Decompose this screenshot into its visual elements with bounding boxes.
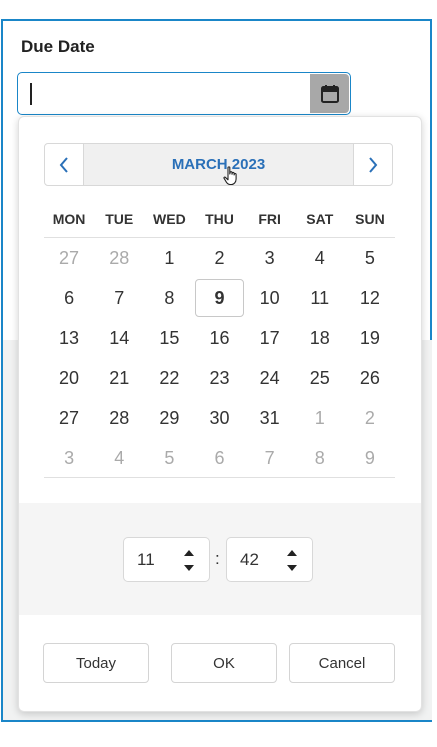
day-cell[interactable]: 16 bbox=[194, 318, 244, 358]
day-cell[interactable]: 14 bbox=[94, 318, 144, 358]
caret-up-icon bbox=[184, 550, 194, 556]
day-cell[interactable]: 2 bbox=[194, 238, 244, 278]
day-cell[interactable]: 21 bbox=[94, 358, 144, 398]
weekday-label: SUN bbox=[355, 211, 385, 227]
weekday-label: SAT bbox=[306, 211, 334, 227]
day-cell[interactable]: 31 bbox=[245, 398, 295, 438]
text-caret bbox=[30, 83, 32, 105]
day-cell[interactable]: 26 bbox=[345, 358, 395, 398]
day-cell[interactable]: 11 bbox=[295, 278, 345, 318]
month-navigator: MARCH 2023 bbox=[44, 143, 393, 186]
month-year-title[interactable]: MARCH 2023 bbox=[84, 144, 353, 186]
caret-up-icon bbox=[287, 550, 297, 556]
time-picker: 11 : 42 bbox=[19, 503, 421, 615]
weekday-label: WED bbox=[153, 211, 186, 227]
chevron-left-icon bbox=[59, 156, 68, 173]
next-month-button[interactable] bbox=[353, 144, 392, 185]
day-cell[interactable]: 18 bbox=[295, 318, 345, 358]
hour-value: 11 bbox=[137, 550, 155, 569]
day-cell[interactable]: 20 bbox=[44, 358, 94, 398]
day-cell[interactable]: 8 bbox=[144, 278, 194, 318]
chevron-right-icon bbox=[369, 156, 378, 173]
day-cell[interactable]: 9 bbox=[345, 438, 395, 478]
day-cell[interactable]: 23 bbox=[194, 358, 244, 398]
weekday-label: TUE bbox=[105, 211, 134, 227]
day-cell[interactable]: 27 bbox=[44, 238, 94, 278]
day-cell[interactable]: 7 bbox=[245, 438, 295, 478]
minute-increment-button[interactable] bbox=[285, 547, 299, 559]
day-cell[interactable]: 19 bbox=[345, 318, 395, 358]
time-separator: : bbox=[215, 549, 220, 568]
hour-decrement-button[interactable] bbox=[182, 562, 196, 574]
cancel-button[interactable]: Cancel bbox=[289, 643, 395, 683]
day-cell[interactable]: 28 bbox=[94, 238, 144, 278]
day-cell[interactable]: 30 bbox=[194, 398, 244, 438]
weekday-label: FRI bbox=[258, 211, 281, 227]
day-cell[interactable]: 29 bbox=[144, 398, 194, 438]
datepicker-popup: MARCH 2023 MON TUE WED THU FRI SAT SUN 2… bbox=[18, 116, 422, 712]
day-cell[interactable]: 22 bbox=[144, 358, 194, 398]
hour-increment-button[interactable] bbox=[182, 547, 196, 559]
hour-spinner[interactable]: 11 bbox=[123, 537, 210, 582]
day-cell[interactable]: 3 bbox=[245, 238, 295, 278]
day-cell[interactable]: 10 bbox=[245, 278, 295, 318]
day-cell[interactable]: 8 bbox=[295, 438, 345, 478]
day-cell[interactable]: 2 bbox=[345, 398, 395, 438]
day-cell[interactable]: 1 bbox=[295, 398, 345, 438]
day-cell[interactable]: 24 bbox=[245, 358, 295, 398]
day-cell[interactable]: 25 bbox=[295, 358, 345, 398]
caret-down-icon bbox=[184, 565, 194, 571]
caret-down-icon bbox=[287, 565, 297, 571]
day-cell[interactable]: 6 bbox=[194, 438, 244, 478]
day-cell[interactable]: 6 bbox=[44, 278, 94, 318]
day-cell[interactable]: 4 bbox=[295, 238, 345, 278]
day-cell[interactable]: 15 bbox=[144, 318, 194, 358]
day-cell[interactable]: 7 bbox=[94, 278, 144, 318]
calendar-icon bbox=[320, 84, 339, 103]
field-label: Due Date bbox=[21, 37, 95, 56]
day-cell[interactable]: 4 bbox=[94, 438, 144, 478]
due-date-input[interactable] bbox=[17, 72, 351, 115]
day-cell[interactable]: 3 bbox=[44, 438, 94, 478]
weekday-header: MON TUE WED THU FRI SAT SUN bbox=[44, 201, 395, 238]
minute-decrement-button[interactable] bbox=[285, 562, 299, 574]
today-button[interactable]: Today bbox=[43, 643, 149, 683]
day-grid: 27 28 1 2 3 4 5 6 7 8 9 10 11 12 13 14 15 16 17 18 19 20 21 22 2… bbox=[44, 238, 395, 478]
ok-button[interactable]: OK bbox=[171, 643, 277, 683]
day-cell[interactable]: 12 bbox=[345, 278, 395, 318]
weekday-label: THU bbox=[205, 211, 234, 227]
minute-spinner[interactable]: 42 bbox=[226, 537, 313, 582]
calendar-toggle-button[interactable] bbox=[310, 74, 349, 113]
day-cell-selected[interactable]: 9 bbox=[194, 278, 244, 318]
divider bbox=[44, 477, 395, 478]
day-cell[interactable]: 13 bbox=[44, 318, 94, 358]
day-cell[interactable]: 1 bbox=[144, 238, 194, 278]
day-cell[interactable]: 17 bbox=[245, 318, 295, 358]
day-cell[interactable]: 28 bbox=[94, 398, 144, 438]
month-year-label: MARCH 2023 bbox=[171, 156, 266, 173]
weekday-label: MON bbox=[52, 211, 86, 227]
minute-value: 42 bbox=[240, 550, 259, 569]
day-cell[interactable]: 27 bbox=[44, 398, 94, 438]
hand-pointer-icon bbox=[223, 166, 237, 186]
day-cell[interactable]: 5 bbox=[144, 438, 194, 478]
day-cell[interactable]: 5 bbox=[345, 238, 395, 278]
prev-month-button[interactable] bbox=[45, 144, 84, 185]
